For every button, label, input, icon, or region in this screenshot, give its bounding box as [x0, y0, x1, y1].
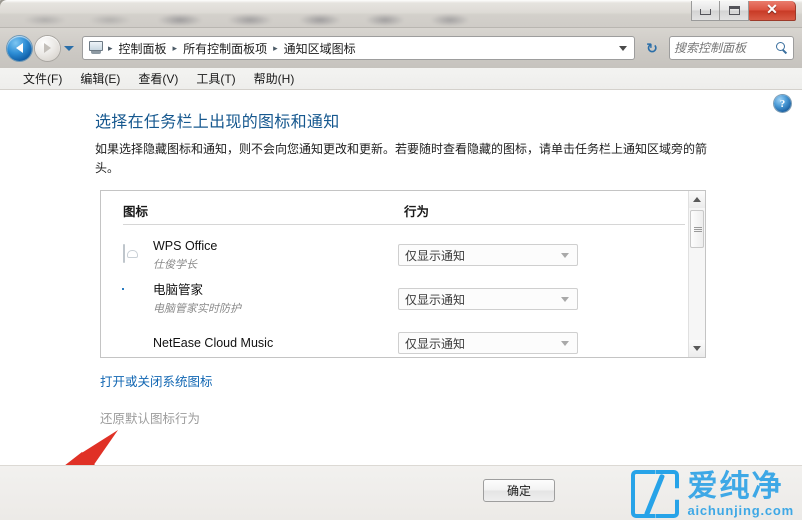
icons-list-box: 图标 行为 WPS Office 仕俊学长 仅显示通知 电脑管家 电脑管家实时防… — [100, 190, 706, 358]
chevron-down-icon — [561, 340, 569, 346]
row-title: WPS Office — [153, 239, 218, 253]
maximize-button[interactable] — [720, 1, 749, 21]
watermark: 爱纯净 aichunjing.com — [631, 470, 794, 518]
minimize-button[interactable] — [691, 1, 720, 21]
watermark-cn: 爱纯净 — [687, 469, 784, 503]
row-subtitle: 电脑管家实时防护 — [153, 303, 241, 315]
behavior-dropdown[interactable]: 仅显示通知 — [398, 288, 578, 310]
arrow-left-icon — [16, 43, 23, 53]
menu-bar: 文件(F) 编辑(E) 查看(V) 工具(T) 帮助(H) — [0, 68, 802, 90]
minimize-icon — [700, 9, 711, 15]
scrollbar-track[interactable] — [689, 208, 705, 340]
row-name-block: NetEase Cloud Music — [153, 334, 398, 352]
table-row[interactable]: NetEase Cloud Music 仅显示通知 — [123, 321, 688, 357]
close-icon: ✕ — [766, 2, 778, 18]
menu-item-file[interactable]: 文件(F) — [14, 68, 71, 89]
scroll-down-button[interactable] — [689, 340, 705, 357]
link-restore-default-behaviors: 还原默认图标行为 — [100, 412, 201, 426]
search-box[interactable] — [669, 36, 794, 60]
triangle-down-icon — [693, 346, 701, 351]
column-header-behavior: 行为 — [404, 205, 430, 219]
column-header-icon: 图标 — [123, 205, 149, 219]
refresh-icon: ↻ — [646, 39, 658, 56]
triangle-up-icon — [693, 197, 701, 202]
aichunjing-logo-icon — [631, 470, 680, 518]
control-panel-window: ✕ ▸ 控制面板 ▸ 所有控制面板项 ▸ 通知区域图标 ↻ 搜索控制面板 文件(… — [0, 0, 802, 520]
scrollbar-grip-icon — [694, 227, 702, 232]
row-name-block: WPS Office 仕俊学长 — [153, 237, 398, 273]
window-corner — [0, 0, 10, 10]
content-pane: ? 选择在任务栏上出现的图标和通知 如果选择隐藏图标和通知，则不会向您通知更改和… — [0, 90, 802, 465]
menu-item-tools[interactable]: 工具(T) — [187, 68, 244, 89]
behavior-value: 仅显示通知 — [405, 292, 466, 307]
maximize-icon — [728, 6, 740, 15]
row-title: NetEase Cloud Music — [153, 336, 274, 350]
search-icon — [776, 41, 789, 55]
list-column-headers: 图标 行为 — [123, 201, 685, 225]
icons-list-inner: 图标 行为 WPS Office 仕俊学长 仅显示通知 电脑管家 电脑管家实时防… — [101, 191, 688, 357]
computer-icon — [88, 41, 104, 55]
chevron-down-icon — [561, 296, 569, 302]
behavior-dropdown[interactable]: 仅显示通知 — [398, 332, 578, 354]
search-input[interactable] — [674, 41, 776, 55]
table-row[interactable]: 电脑管家 电脑管家实时防护 仅显示通知 — [123, 277, 688, 321]
watermark-en: aichunjing.com — [687, 502, 794, 518]
forward-button[interactable] — [35, 35, 60, 61]
window-controls: ✕ — [691, 1, 796, 23]
link-turn-system-icons-on-off[interactable]: 打开或关闭系统图标 — [100, 371, 213, 390]
wps-office-icon — [123, 244, 143, 265]
netease-cloud-music-icon — [123, 333, 143, 353]
arrow-right-icon — [44, 43, 51, 53]
breadcrumb-item-notification-area-icons[interactable]: 通知区域图标 — [280, 38, 360, 59]
help-icon[interactable]: ? — [774, 95, 791, 112]
page-title: 选择在任务栏上出现的图标和通知 — [95, 114, 340, 131]
breadcrumb-bar[interactable]: ▸ 控制面板 ▸ 所有控制面板项 ▸ 通知区域图标 — [82, 36, 635, 60]
menu-item-view[interactable]: 查看(V) — [129, 68, 187, 89]
pc-manager-shield-icon — [123, 289, 143, 309]
breadcrumb-item-control-panel[interactable]: 控制面板 — [115, 38, 171, 59]
table-row[interactable]: WPS Office 仕俊学长 仅显示通知 — [123, 233, 688, 277]
behavior-dropdown[interactable]: 仅显示通知 — [398, 244, 578, 266]
row-subtitle: 仕俊学长 — [153, 259, 197, 271]
close-button[interactable]: ✕ — [749, 1, 796, 21]
icons-rows: WPS Office 仕俊学长 仅显示通知 电脑管家 电脑管家实时防护 仅显示通… — [123, 233, 688, 357]
breadcrumb-dropdown-icon[interactable] — [619, 45, 627, 51]
breadcrumb-separator: ▸ — [108, 42, 113, 53]
address-bar: ▸ 控制面板 ▸ 所有控制面板项 ▸ 通知区域图标 ↻ — [0, 28, 802, 68]
row-name-block: 电脑管家 电脑管家实时防护 — [153, 281, 398, 317]
breadcrumb-separator: ▸ — [172, 42, 178, 53]
refresh-button[interactable]: ↻ — [641, 36, 663, 60]
breadcrumb-separator: ▸ — [273, 42, 278, 53]
watermark-text: 爱纯净 aichunjing.com — [687, 469, 794, 518]
scrollbar-thumb[interactable] — [690, 210, 704, 248]
behavior-value: 仅显示通知 — [405, 336, 466, 351]
menu-item-edit[interactable]: 编辑(E) — [71, 68, 129, 89]
recent-pages-chevron-icon[interactable] — [64, 45, 74, 51]
title-bar-blurred-background — [0, 0, 760, 27]
back-button[interactable] — [7, 35, 32, 61]
ok-button[interactable]: 确定 — [483, 479, 555, 502]
list-scrollbar[interactable] — [688, 191, 705, 357]
breadcrumb-item-all-items[interactable]: 所有控制面板项 — [179, 38, 271, 59]
row-title: 电脑管家 — [153, 283, 204, 297]
title-bar-highlight — [0, 0, 802, 3]
scroll-up-button[interactable] — [689, 191, 705, 208]
behavior-value: 仅显示通知 — [405, 248, 466, 263]
page-description: 如果选择隐藏图标和通知，则不会向您通知更改和更新。若要随时查看隐藏的图标，请单击… — [95, 142, 708, 175]
menu-item-help[interactable]: 帮助(H) — [245, 68, 304, 89]
title-bar: ✕ — [0, 0, 802, 28]
chevron-down-icon — [561, 252, 569, 258]
